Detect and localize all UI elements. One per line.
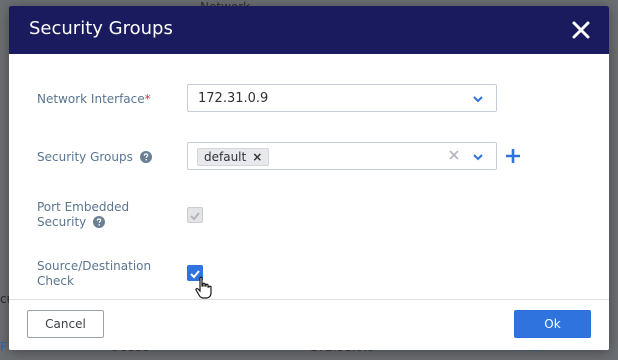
remove-tag-icon[interactable]: × [252,150,262,164]
add-security-group-button[interactable] [505,148,521,164]
security-groups-select[interactable]: default × [187,142,497,170]
network-interface-select[interactable]: 172.31.0.9 [187,84,497,112]
dialog-footer: Cancel Ok [9,299,609,350]
source-destination-check-label: Source/Destination Check [37,259,152,288]
help-circle-icon[interactable] [139,151,152,163]
close-button[interactable] [569,18,593,42]
network-interface-value: 172.31.0.9 [198,91,269,106]
clear-x-icon[interactable] [448,149,460,161]
security-groups-label: Security Groups [37,150,152,165]
dialog-body: Network Interface* 172.31.0.9 Security G… [9,54,609,300]
ok-button[interactable]: Ok [514,310,591,338]
security-group-tag: default × [197,148,270,166]
security-groups-dialog: Security Groups Network Interface* 172.3… [9,6,609,350]
background-partial-link: F [0,340,7,354]
port-embedded-security-label: Port Embedded Security [37,200,130,229]
dialog-header: Security Groups [9,6,609,54]
dialog-title: Security Groups [29,18,173,39]
cancel-button[interactable]: Cancel [27,310,104,338]
network-interface-label: Network Interface* [37,92,151,106]
required-mark: * [144,92,151,106]
port-embedded-security-checkbox [187,207,203,223]
chevron-down-icon[interactable] [472,93,484,105]
chevron-down-icon[interactable] [472,151,484,163]
help-circle-icon[interactable] [93,216,106,228]
hand-pointer-icon [195,276,212,299]
checkmark-icon [190,212,200,221]
close-icon [572,21,590,39]
